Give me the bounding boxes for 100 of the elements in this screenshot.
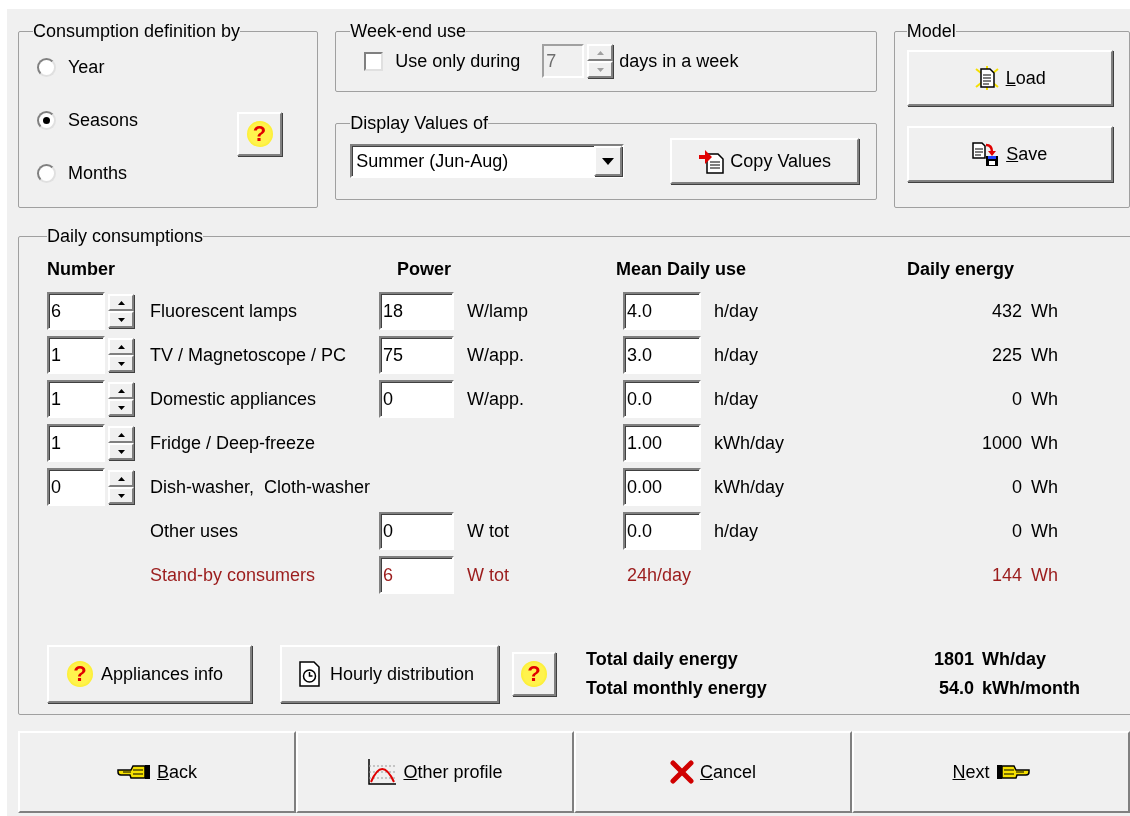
down-arrow-icon <box>596 67 604 72</box>
energy-unit: Wh <box>1031 388 1058 409</box>
document-sparkle-icon <box>973 65 1000 91</box>
up-arrow-icon <box>117 344 125 349</box>
number-field[interactable]: 6 <box>47 292 105 330</box>
use-unit: h/day <box>714 344 759 365</box>
hourly-distribution-button[interactable]: Hourly distribution <box>280 645 499 703</box>
spin-down-button[interactable] <box>108 443 134 460</box>
column-header: Power <box>397 258 452 279</box>
energy-value: 225 <box>991 344 1022 365</box>
power-field[interactable]: 0 <box>379 380 454 418</box>
use-field[interactable]: 4.0 <box>623 292 701 330</box>
group-title: Model <box>906 20 956 42</box>
up-arrow-icon <box>117 476 125 481</box>
spin-up-button[interactable] <box>108 470 134 487</box>
down-arrow-icon <box>117 493 125 498</box>
up-arrow-icon <box>117 300 125 305</box>
power-field[interactable]: 75 <box>379 336 454 374</box>
spin-up-button[interactable] <box>108 382 134 399</box>
appliance-label: Dish-washer, Cloth-washer <box>149 475 372 499</box>
use-field[interactable]: 0.0 <box>623 380 701 418</box>
appliance-label: Other uses <box>149 519 240 543</box>
radio-label[interactable]: Year <box>68 56 105 78</box>
appliance-label: TV / Magnetoscope / PC <box>149 343 348 367</box>
use-field[interactable]: 1.00 <box>623 424 701 462</box>
spin-down-button[interactable] <box>108 399 134 416</box>
energy-unit: Wh <box>1031 564 1058 585</box>
document-floppy-icon <box>972 141 1001 167</box>
group-title: Display Values of <box>350 112 488 134</box>
cross-icon <box>670 760 694 784</box>
up-arrow-icon <box>117 388 125 393</box>
power-unit: W/lamp <box>467 300 528 321</box>
radio-label[interactable]: Seasons <box>68 109 139 131</box>
checkbox[interactable] <box>364 51 384 71</box>
season-dropdown[interactable]: Summer (Jun-Aug) <box>350 144 625 178</box>
power-unit: W tot <box>467 520 509 541</box>
energy-unit: Wh <box>1031 520 1058 541</box>
use-field[interactable]: 0.00 <box>623 468 701 506</box>
total-label: Total monthly energy <box>586 677 768 700</box>
use-text: 24h/day <box>626 564 692 585</box>
energy-value: 432 <box>991 300 1022 321</box>
help-button[interactable]: ? <box>512 652 556 696</box>
use-field[interactable]: 3.0 <box>623 336 701 374</box>
nav-button[interactable]: Other profile <box>296 731 574 813</box>
help-button[interactable]: ? <box>237 112 282 156</box>
load-button[interactable]: Load <box>906 50 1113 106</box>
power-field[interactable]: 0 <box>379 512 454 550</box>
energy-value: 0 <box>1012 388 1022 409</box>
nav-button[interactable]: Cancel <box>574 731 852 813</box>
dropdown-button[interactable] <box>594 146 623 176</box>
radio-button[interactable] <box>37 57 56 77</box>
use-unit: kWh/day <box>714 476 785 497</box>
nav-button[interactable]: Back <box>18 731 296 813</box>
power-unit: W tot <box>467 564 509 585</box>
use-unit: h/day <box>714 520 759 541</box>
spin-up-button[interactable] <box>108 294 134 311</box>
energy-value: 144 <box>991 564 1022 585</box>
help-icon: ? <box>67 661 93 687</box>
use-unit: kWh/day <box>714 432 785 453</box>
number-field[interactable]: 0 <box>47 468 105 506</box>
number-field[interactable]: 1 <box>47 424 105 462</box>
power-unit: W/app. <box>467 344 525 365</box>
spin-up-button[interactable] <box>108 338 134 355</box>
appliance-label: Domestic appliances <box>149 387 318 411</box>
power-unit: W/app. <box>467 388 525 409</box>
number-field[interactable]: 1 <box>47 380 105 418</box>
spin-down-button[interactable] <box>587 61 614 78</box>
down-arrow-icon <box>117 449 125 454</box>
spin-up-button[interactable] <box>587 44 614 61</box>
radio-button[interactable] <box>37 110 56 130</box>
use-unit: h/day <box>714 388 759 409</box>
spin-up-button[interactable] <box>108 426 134 443</box>
column-header: Mean Daily use <box>616 258 747 279</box>
column-header: Daily energy <box>907 257 1015 281</box>
nav-button[interactable]: Next <box>852 731 1130 813</box>
appliance-label: Stand-by consumers <box>149 563 317 587</box>
spin-down-button[interactable] <box>108 487 134 504</box>
checkbox-label[interactable]: Use only during <box>395 47 521 75</box>
radio-button[interactable] <box>37 163 56 183</box>
power-field[interactable]: 18 <box>379 292 454 330</box>
up-arrow-icon <box>596 50 604 55</box>
energy-value: 0 <box>1012 520 1022 541</box>
appliance-label: Fridge / Deep-freeze <box>149 431 317 455</box>
power-field[interactable]: 6 <box>379 556 454 594</box>
copy-values-button[interactable]: Copy Values <box>670 138 860 184</box>
caret-icon <box>602 157 615 165</box>
number-field[interactable]: 1 <box>47 336 105 374</box>
up-arrow-icon <box>117 432 125 437</box>
use-field[interactable]: 0.0 <box>623 512 701 550</box>
energy-unit: Wh <box>1031 344 1058 365</box>
spin-down-button[interactable] <box>108 311 134 328</box>
radio-label[interactable]: Months <box>68 162 128 184</box>
appliances-info-button[interactable]: ? Appliances info <box>47 645 252 703</box>
down-arrow-icon <box>117 405 125 410</box>
down-arrow-icon <box>117 361 125 366</box>
energy-value: 0 <box>1012 476 1022 497</box>
total-value: 1801 <box>932 648 974 671</box>
down-arrow-icon <box>117 317 125 322</box>
spin-down-button[interactable] <box>108 355 134 372</box>
save-button[interactable]: Save <box>906 126 1113 182</box>
